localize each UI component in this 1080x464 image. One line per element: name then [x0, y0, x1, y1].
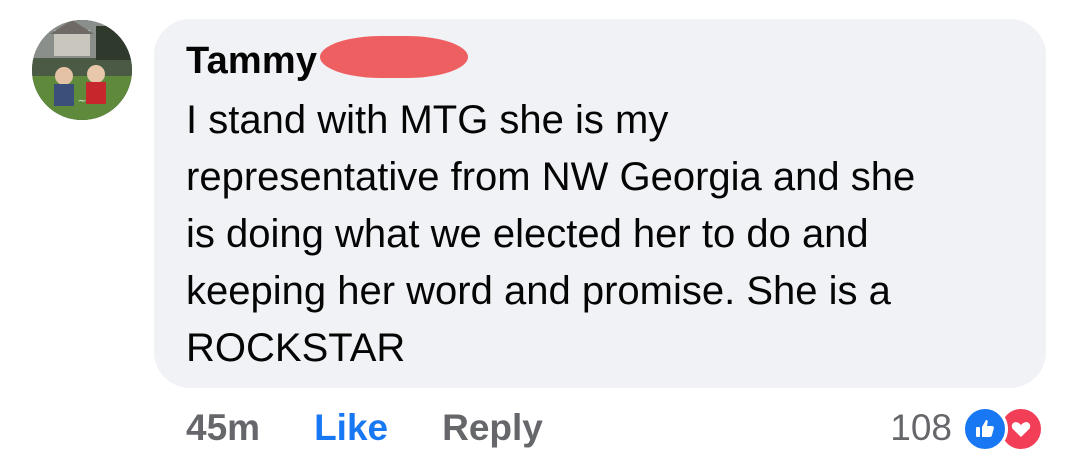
comment: ~ Tammy I stand with MTG she is my repre…: [0, 0, 1080, 464]
avatar-photo: ~: [32, 20, 132, 120]
comment-timestamp[interactable]: 45m: [186, 407, 260, 449]
reaction-summary[interactable]: 108: [890, 404, 1046, 452]
comment-author-name[interactable]: Tammy: [186, 40, 317, 83]
svg-text:~: ~: [77, 94, 86, 107]
avatar[interactable]: ~: [32, 20, 132, 120]
comment-text: I stand with MTG she is my representativ…: [186, 98, 916, 370]
like-button[interactable]: Like: [314, 407, 388, 449]
reaction-count: 108: [890, 407, 952, 448]
reply-button[interactable]: Reply: [442, 407, 543, 449]
like-icon: [962, 406, 1008, 452]
comment-actions: 45m Like Reply: [186, 405, 543, 451]
reaction-icons: [962, 405, 1046, 452]
redaction-mark: [320, 36, 468, 78]
